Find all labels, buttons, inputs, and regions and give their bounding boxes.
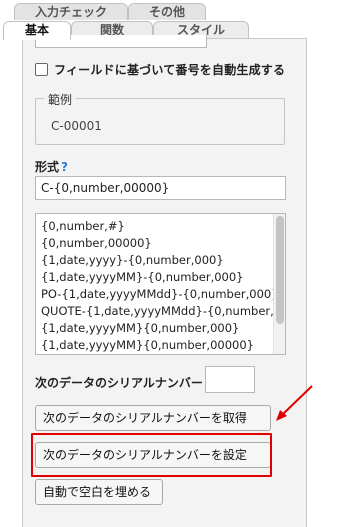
tab-label: 基本 <box>24 23 49 37</box>
format-template-item[interactable]: {1,date,yyyyMM}-{0,number,000} <box>41 269 271 286</box>
annotation-arrow-icon <box>276 385 313 421</box>
format-template-item[interactable]: PO-{1,date,yyyyMMdd}-{0,number,000} <box>41 286 279 303</box>
serial-number-input[interactable] <box>205 366 255 393</box>
example-fieldset: 範例 C-00001 <box>35 91 285 145</box>
format-template-item[interactable]: {1,date,yyyyMM}{0,number,00000} <box>41 337 271 354</box>
format-template-item[interactable]: {1,date,yyyy}-{0,number,000} <box>41 252 271 269</box>
tab-input-check[interactable]: 入力チェック <box>14 3 128 20</box>
get-serial-number-button[interactable]: 次のデータのシリアルナンバーを取得 <box>35 405 271 431</box>
format-template-item[interactable]: QUOTE-{1,date,yyyyMMdd}-{0,number,00 <box>41 303 285 320</box>
auto-number-label: フィールドに基づいて番号を自動生成する <box>54 63 286 77</box>
format-template-item[interactable]: {1,date,yyyyMM}{0,number,000} <box>41 320 271 337</box>
tab-bar: 入力チェック その他 基本 関数 スタイル <box>0 0 337 40</box>
list-scrollbar-thumb[interactable] <box>276 216 284 324</box>
serial-number-label: 次のデータのシリアルナンバー <box>35 376 203 390</box>
format-input[interactable]: C-{0,number,00000} <box>35 176 286 200</box>
auto-fill-blanks-button[interactable]: 自動で空白を埋める <box>35 479 163 505</box>
format-label: 形式? <box>35 158 68 175</box>
example-legend: 範例 <box>44 91 77 108</box>
format-template-item[interactable]: {0,number,#} <box>41 218 271 235</box>
format-template-items: {0,number,#} {0,number,00000} {1,date,yyyy… <box>41 218 285 354</box>
set-serial-number-button[interactable]: 次のデータのシリアルナンバーを設定 <box>35 442 271 468</box>
settings-panel: フィールドに基づいて番号を自動生成する 範例 C-00001 形式? C-{0,… <box>22 35 307 527</box>
tab-label: 入力チェック <box>34 5 107 19</box>
format-label-text: 形式 <box>35 160 60 174</box>
example-value: C-00001 <box>51 119 102 133</box>
tab-other[interactable]: その他 <box>128 3 206 20</box>
tab-label: その他 <box>148 5 185 19</box>
list-scrollbar[interactable] <box>273 214 285 354</box>
auto-number-checkbox[interactable] <box>35 63 48 76</box>
format-template-item[interactable]: {0,number,00000} <box>41 235 271 252</box>
tab-basic[interactable]: 基本 <box>3 21 71 40</box>
auto-number-option[interactable]: フィールドに基づいて番号を自動生成する <box>35 61 285 78</box>
format-template-list[interactable]: {0,number,#} {0,number,00000} {1,date,yyyy… <box>35 213 286 355</box>
help-icon[interactable]: ? <box>61 160 68 174</box>
